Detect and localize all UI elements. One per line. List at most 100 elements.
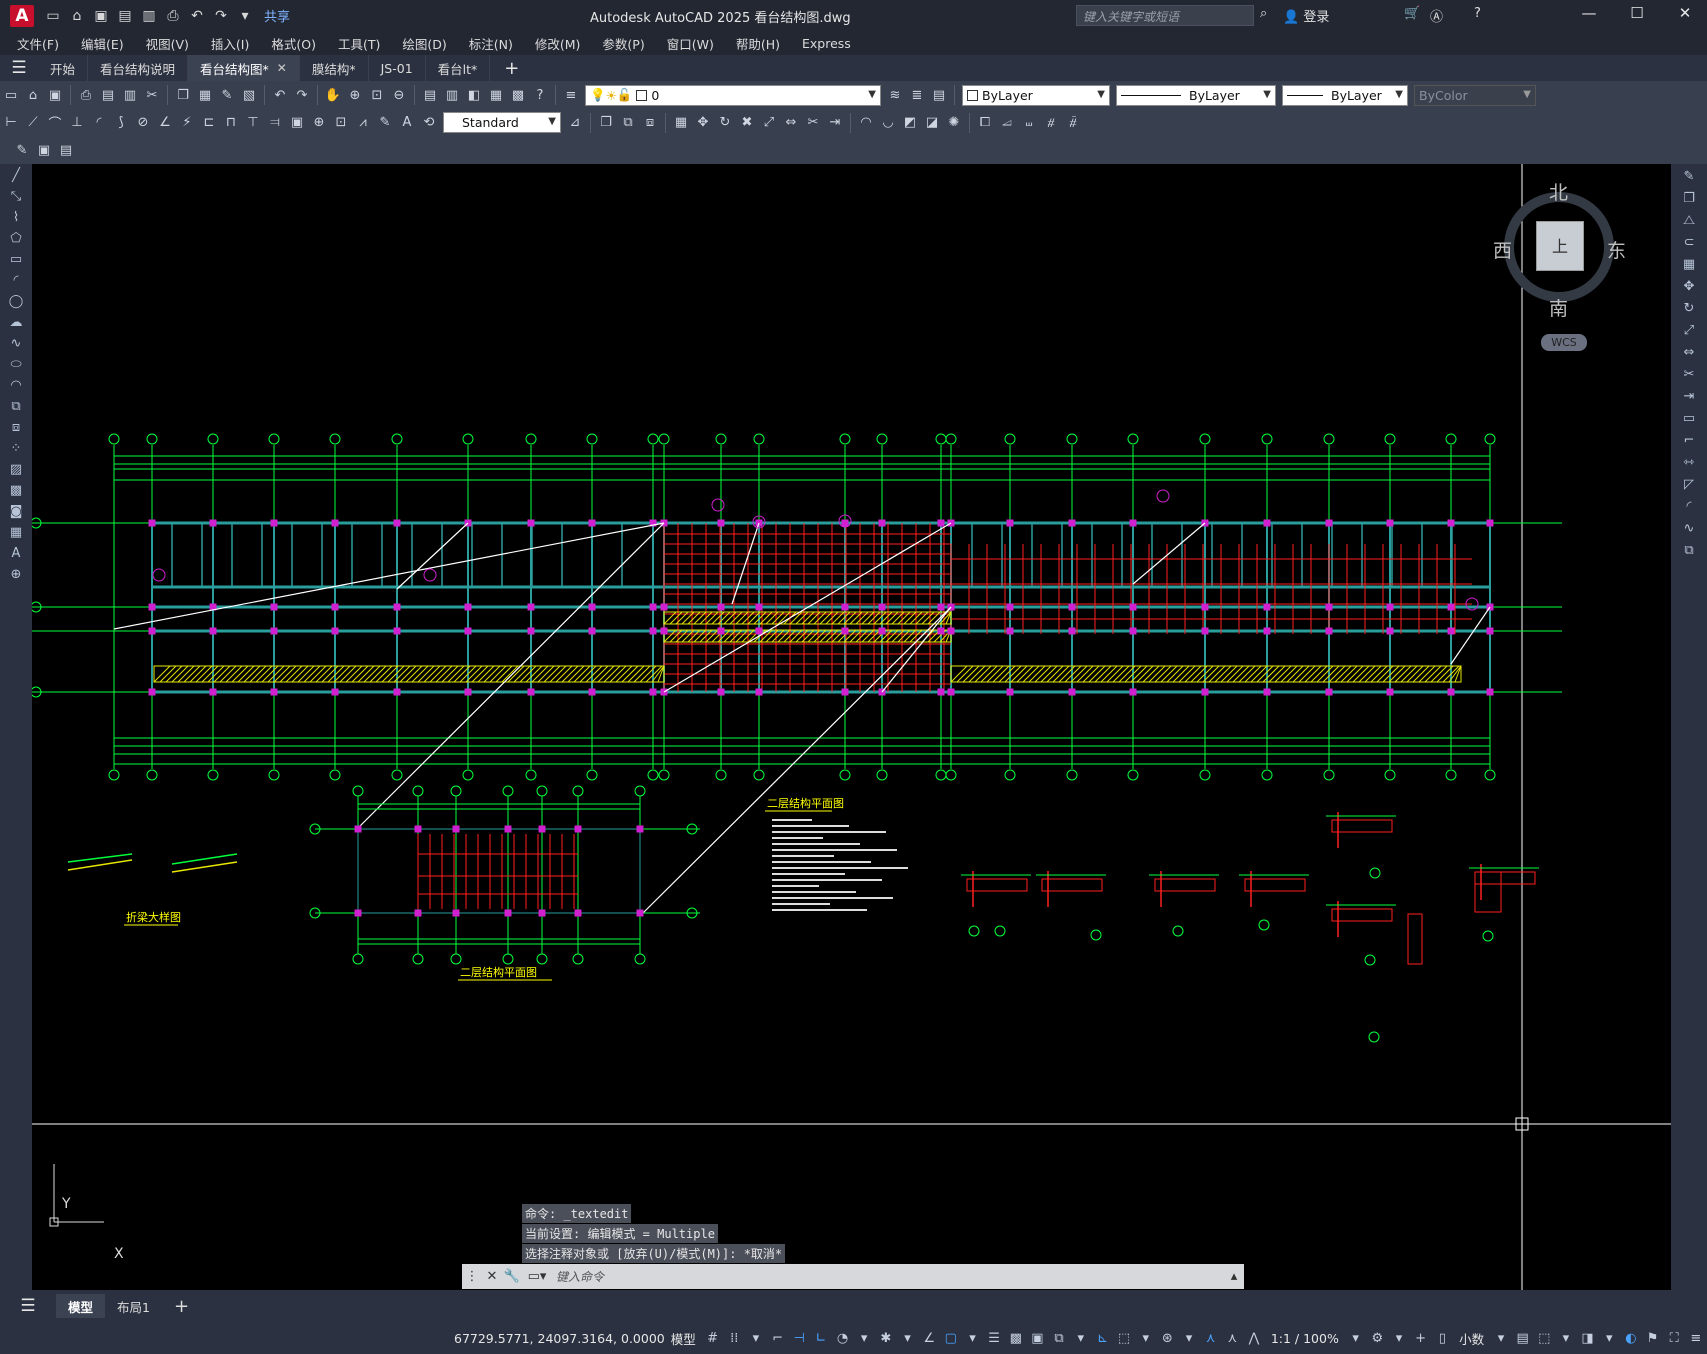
units-dropdown-icon[interactable]: ▾: [1490, 1327, 1512, 1349]
menu-item-3[interactable]: 插入(I): [211, 34, 249, 53]
region-icon[interactable]: ◙: [6, 501, 26, 521]
copy-icon[interactable]: ❐: [173, 85, 193, 105]
scale-dropdown-icon[interactable]: ▾: [1345, 1327, 1367, 1349]
command-history-toggle-icon[interactable]: ▴: [1224, 1267, 1244, 1287]
print-icon[interactable]: ⎙: [162, 5, 184, 27]
chamfer-icon[interactable]: ◸: [1678, 474, 1700, 494]
compass-north[interactable]: 北: [1549, 178, 1568, 205]
command-input[interactable]: 键入命令: [552, 1266, 1224, 1287]
doc-tab-0[interactable]: 开始: [38, 55, 89, 81]
dim-update-icon[interactable]: ⟲: [419, 113, 439, 133]
rotate-icon[interactable]: ↻: [1678, 298, 1700, 318]
zoom-window-icon[interactable]: ⊡: [367, 85, 387, 105]
workspace-dropdown-icon[interactable]: ▾: [1388, 1327, 1410, 1349]
attribute-manager-icon[interactable]: ▤: [56, 140, 76, 160]
stretch-icon[interactable]: ⇔: [1678, 342, 1700, 362]
layer-states-icon[interactable]: ▤: [929, 85, 949, 105]
layout-menu-icon[interactable]: ☰: [0, 1296, 56, 1316]
paste-icon[interactable]: ▦: [195, 85, 215, 105]
search-icon[interactable]: ⌕: [1260, 6, 1267, 21]
aligned-dim-icon[interactable]: ⟋: [23, 113, 43, 133]
menu-item-7[interactable]: 标注(N): [469, 34, 513, 53]
line-icon[interactable]: ╱: [6, 165, 26, 185]
login-button[interactable]: 👤 登录: [1283, 6, 1329, 25]
menu-item-2[interactable]: 视图(V): [146, 34, 189, 53]
inspect-icon[interactable]: ⊡: [331, 113, 351, 133]
compass-south[interactable]: 南: [1549, 294, 1568, 321]
tolerance-icon[interactable]: ▣: [287, 113, 307, 133]
object-snap-icon[interactable]: ▢: [940, 1327, 962, 1349]
plot-icon[interactable]: ⎙: [76, 85, 96, 105]
draworder-icon[interactable]: ⧠: [975, 113, 995, 133]
isolate-dropdown-icon[interactable]: ▾: [1598, 1327, 1620, 1349]
web-save-icon[interactable]: ▥: [138, 5, 160, 27]
block-attribute-icon[interactable]: ▣: [34, 140, 54, 160]
menu-item-5[interactable]: 工具(T): [338, 34, 380, 53]
tab-model[interactable]: 模型: [56, 1294, 106, 1318]
tool-palettes-icon[interactable]: ◧: [464, 85, 484, 105]
dim-break-icon[interactable]: ⫤: [265, 113, 285, 133]
point-icon[interactable]: ⁘: [6, 438, 26, 458]
copy-icon[interactable]: ❐: [1678, 188, 1700, 208]
app-menu-button[interactable]: A: [10, 4, 34, 27]
break-icon[interactable]: ◠: [856, 113, 876, 133]
text-front-icon[interactable]: ⧣: [1041, 113, 1061, 133]
calculator-icon[interactable]: ▩: [508, 85, 528, 105]
arc-length-icon[interactable]: ⌒: [45, 113, 65, 133]
lineweight-dropdown[interactable]: ByLayer ▼: [1282, 84, 1408, 106]
zoom-previous-icon[interactable]: ⊖: [389, 85, 409, 105]
add-layout-button[interactable]: +: [162, 1294, 201, 1318]
help-icon[interactable]: ?: [1474, 6, 1481, 21]
block-editor-icon[interactable]: ▧: [239, 85, 259, 105]
menu-item-8[interactable]: 修改(M): [535, 34, 581, 53]
menu-item-0[interactable]: 文件(F): [17, 34, 59, 53]
menu-item-1[interactable]: 编辑(E): [81, 34, 124, 53]
lock-ui-icon[interactable]: ⬚: [1533, 1327, 1555, 1349]
compass-west[interactable]: 西: [1493, 236, 1512, 263]
coordinates-readout[interactable]: 67729.5771, 24097.3164, 0.0000: [454, 1331, 665, 1346]
jogged-dim-icon[interactable]: ⟆: [111, 113, 131, 133]
new-tab-button[interactable]: +: [504, 58, 519, 79]
zoom-realtime-icon[interactable]: ⊕: [345, 85, 365, 105]
scale-icon[interactable]: ⤢: [759, 113, 779, 133]
join-icon[interactable]: ⇿: [1678, 452, 1700, 472]
match-properties-icon[interactable]: ✎: [217, 85, 237, 105]
layer-dropdown[interactable]: 💡 ☀ 🔓 0 ▼: [585, 84, 881, 106]
hatch-back-icon[interactable]: ⧤: [1063, 113, 1083, 133]
explode-icon[interactable]: ⧉: [1678, 540, 1700, 560]
revision-cloud-icon[interactable]: ☁: [6, 312, 26, 332]
infer-constraints-icon[interactable]: ⌐: [767, 1327, 789, 1349]
baseline-dim-icon[interactable]: ⊏: [199, 113, 219, 133]
workspace-gear-icon[interactable]: ⚙: [1366, 1327, 1388, 1349]
units-value[interactable]: 小数: [1459, 1329, 1484, 1348]
undo-icon[interactable]: ↶: [186, 5, 208, 27]
dynamic-input-icon[interactable]: ⊣: [788, 1327, 810, 1349]
drawing-canvas[interactable]: 二层结构平面图 二层结构平面图 折梁大样图: [32, 164, 1671, 1290]
save-as-icon[interactable]: ▤: [114, 5, 136, 27]
menu-item-4[interactable]: 格式(O): [271, 34, 316, 53]
polar-tracking-icon[interactable]: ◔: [832, 1327, 854, 1349]
circle-icon[interactable]: ◯: [6, 291, 26, 311]
minimize-button[interactable]: —: [1576, 4, 1602, 26]
object-snap-tracking-icon[interactable]: ∠: [918, 1327, 940, 1349]
tab-close-icon[interactable]: ✕: [277, 61, 287, 75]
isolate-objects-icon[interactable]: ◨: [1577, 1327, 1599, 1349]
jogged-linear-icon[interactable]: ⩘: [353, 113, 373, 133]
make-block-icon[interactable]: ⧈: [6, 417, 26, 437]
menu-item-10[interactable]: 窗口(W): [667, 34, 714, 53]
redo-icon[interactable]: ↷: [210, 5, 232, 27]
help-icon[interactable]: ?: [530, 85, 550, 105]
move-icon[interactable]: ✥: [1678, 276, 1700, 296]
doc-tab-1[interactable]: 看台结构说明: [88, 55, 189, 81]
isodraft-dropdown-icon[interactable]: ▾: [897, 1327, 919, 1349]
selection-filter-icon[interactable]: ⬚: [1113, 1327, 1135, 1349]
rectangle-icon[interactable]: ▭: [6, 249, 26, 269]
preview-icon[interactable]: ▤: [98, 85, 118, 105]
mtext-icon[interactable]: A: [6, 543, 26, 563]
lock-ui-dropdown-icon[interactable]: ▾: [1555, 1327, 1577, 1349]
offset-icon[interactable]: ⧈: [640, 113, 660, 133]
array-icon[interactable]: ▦: [1678, 254, 1700, 274]
stretch-icon[interactable]: ⇔: [781, 113, 801, 133]
explode-icon[interactable]: ✺: [944, 113, 964, 133]
ellipse-icon[interactable]: ⬭: [6, 354, 26, 374]
